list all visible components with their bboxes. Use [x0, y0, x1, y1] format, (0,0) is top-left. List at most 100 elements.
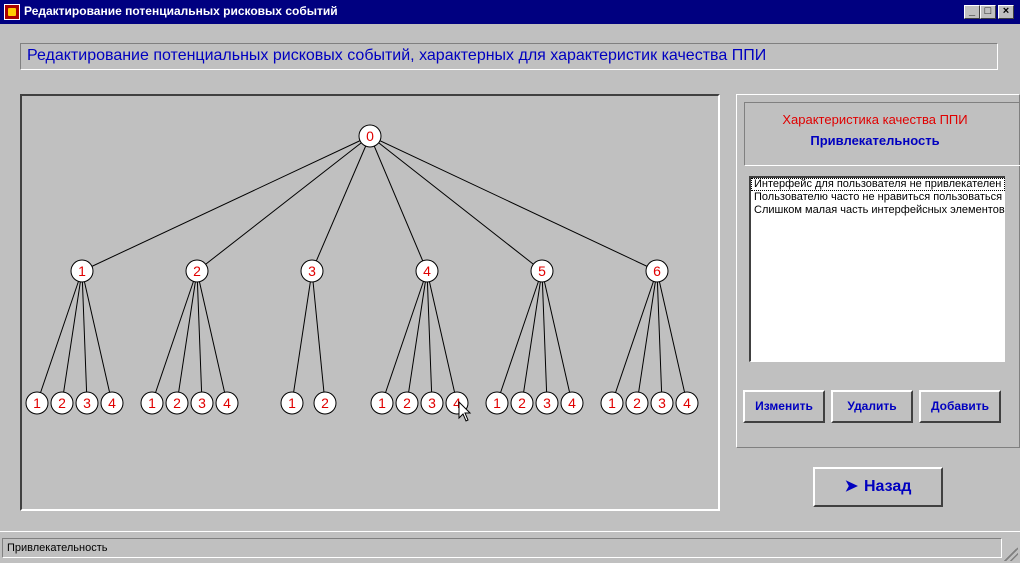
tree-node-label: 2	[321, 395, 329, 411]
characteristic-box: Характеристика качества ППИ Привлекатель…	[744, 102, 1020, 166]
tree-node-label: 1	[33, 395, 41, 411]
tree-node-branch[interactable]: 2	[185, 259, 209, 283]
tree-node-label: 4	[108, 395, 116, 411]
tree-edge	[176, 270, 198, 404]
tree-node-leaf[interactable]: 4	[215, 391, 239, 415]
tree-node-label: 1	[378, 395, 386, 411]
tree-edge	[311, 135, 371, 272]
tree-node-label: 0	[366, 128, 374, 144]
tree-edge	[496, 270, 543, 404]
resize-grip-icon[interactable]	[1004, 547, 1018, 561]
tree-node-label: 1	[148, 395, 156, 411]
close-icon: ×	[1002, 5, 1010, 17]
tree-node-label: 3	[658, 395, 666, 411]
window-title: Редактирование потенциальных рисковых со…	[24, 4, 338, 18]
tree-node-root[interactable]: 0	[358, 124, 382, 148]
maximize-button[interactable]: □	[980, 5, 996, 19]
tree-node-label: 1	[608, 395, 616, 411]
tree-node-label: 1	[78, 263, 86, 279]
tree-node-leaf[interactable]: 3	[650, 391, 674, 415]
tree-node-label: 4	[423, 263, 431, 279]
tree-node-leaf[interactable]: 4	[675, 391, 699, 415]
tree-node-label: 2	[173, 395, 181, 411]
tree-node-branch[interactable]: 3	[300, 259, 324, 283]
tree-edge	[521, 270, 543, 404]
tree-edge	[611, 270, 658, 404]
back-button[interactable]: ➤ Назад	[813, 467, 943, 507]
tree-node-leaf[interactable]: 3	[75, 391, 99, 415]
tree-edge	[369, 135, 428, 272]
tree-node-label: 2	[403, 395, 411, 411]
status-field: Привлекательность	[2, 538, 1002, 558]
tree-node-branch[interactable]: 6	[645, 259, 669, 283]
risk-events-listbox[interactable]: Интерфейс для пользователя не привлекате…	[749, 176, 1005, 362]
status-text: Привлекательность	[7, 542, 108, 554]
tree-node-label: 4	[683, 395, 691, 411]
tree-node-leaf[interactable]: 3	[190, 391, 214, 415]
app-icon[interactable]	[4, 4, 20, 20]
tree-edge	[151, 270, 198, 404]
tree-node-leaf[interactable]: 3	[420, 391, 444, 415]
tree-node-label: 3	[543, 395, 551, 411]
tree-node-leaf[interactable]: 1	[140, 391, 164, 415]
list-item[interactable]: Интерфейс для пользователя не привлекате…	[751, 178, 1005, 191]
tree-node-leaf[interactable]: 3	[535, 391, 559, 415]
tree-node-label: 2	[633, 395, 641, 411]
tree-node-label: 2	[518, 395, 526, 411]
tree-edge	[291, 270, 313, 404]
tree-edge	[311, 270, 326, 404]
tree-node-branch[interactable]: 5	[530, 259, 554, 283]
list-item[interactable]: Слишком малая часть интерфейсных элемент…	[751, 204, 1005, 217]
tree-node-label: 4	[223, 395, 231, 411]
tree-node-label: 5	[538, 263, 546, 279]
tree-node-leaf[interactable]: 4	[560, 391, 584, 415]
tree-node-label: 4	[568, 395, 576, 411]
window-title-bar[interactable]: Редактирование потенциальных рисковых со…	[0, 0, 1020, 24]
tree-edge	[61, 270, 83, 404]
tree-node-leaf[interactable]: 2	[313, 391, 337, 415]
close-button[interactable]: ×	[998, 5, 1014, 19]
tree-node-label: 3	[83, 395, 91, 411]
characteristic-label: Характеристика качества ППИ	[782, 112, 968, 127]
add-button[interactable]: Добавить	[919, 390, 1001, 423]
tree-node-branch[interactable]: 4	[415, 259, 439, 283]
tree-node-leaf[interactable]: 1	[280, 391, 304, 415]
tree-node-branch[interactable]: 1	[70, 259, 94, 283]
header-panel: Редактирование потенциальных рисковых со…	[20, 43, 998, 70]
tree-edge	[196, 135, 371, 272]
tree-node-label: 2	[193, 263, 201, 279]
characteristic-value: Привлекательность	[810, 133, 940, 148]
risk-tree: 011 2 3 421 2 3 431 241 2 3 451 2 3 461 2 3 4	[25, 124, 699, 415]
tree-edge	[369, 135, 543, 272]
tree-node-leaf[interactable]: 2	[165, 391, 189, 415]
tree-node-label: 6	[653, 263, 661, 279]
tree-node-leaf[interactable]: 2	[395, 391, 419, 415]
tree-node-leaf[interactable]: 1	[25, 391, 49, 415]
tree-node-leaf[interactable]: 4	[100, 391, 124, 415]
tree-edge	[381, 270, 428, 404]
tree-edge	[369, 135, 658, 272]
delete-button[interactable]: Удалить	[831, 390, 913, 423]
minimize-button[interactable]: _	[964, 5, 980, 19]
tree-node-label: 1	[288, 395, 296, 411]
tree-node-leaf[interactable]: 1	[485, 391, 509, 415]
edit-button[interactable]: Изменить	[743, 390, 825, 423]
tree-node-leaf[interactable]: 1	[600, 391, 624, 415]
tree-node-leaf[interactable]: 1	[370, 391, 394, 415]
maximize-icon: □	[984, 5, 992, 17]
tree-node-label: 3	[308, 263, 316, 279]
status-bar: Привлекательность	[0, 531, 1020, 563]
tree-node-label: 3	[428, 395, 436, 411]
tree-node-label: 1	[493, 395, 501, 411]
tree-edge	[636, 270, 658, 404]
list-item[interactable]: Пользователю часто не нравиться пользова…	[751, 191, 1005, 204]
risk-tree-panel: 01123421234312412345123461234	[20, 94, 720, 511]
tree-node-leaf[interactable]: 2	[625, 391, 649, 415]
tree-edge	[36, 270, 83, 404]
tree-node-leaf[interactable]: 2	[50, 391, 74, 415]
tree-node-label: 2	[58, 395, 66, 411]
minimize-icon: _	[968, 5, 976, 17]
tree-node-leaf[interactable]: 2	[510, 391, 534, 415]
back-arrow-icon: ➤	[844, 478, 858, 495]
page-title: Редактирование потенциальных рисковых со…	[27, 47, 767, 64]
